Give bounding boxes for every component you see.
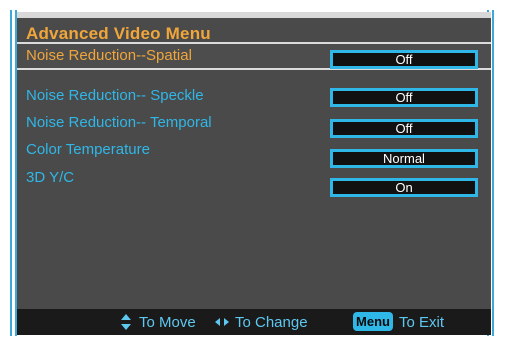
menu-item-color-temperature[interactable]: Color Temperature bbox=[26, 141, 150, 158]
value-noise-reduction-spatial[interactable]: Off bbox=[330, 50, 478, 69]
menu-item-3d-yc[interactable]: 3D Y/C bbox=[26, 169, 74, 186]
up-down-arrow-icon bbox=[121, 314, 131, 330]
footer-change-text: To Change bbox=[235, 314, 308, 331]
footer-move-text: To Move bbox=[139, 314, 196, 331]
top-strip bbox=[17, 12, 491, 18]
menu-title: Advanced Video Menu bbox=[26, 24, 211, 43]
menu-item-noise-reduction-spatial[interactable]: Noise Reduction--Spatial bbox=[26, 47, 192, 64]
menu-item-noise-reduction-speckle[interactable]: Noise Reduction-- Speckle bbox=[26, 87, 204, 104]
menu-item-noise-reduction-temporal[interactable]: Noise Reduction-- Temporal bbox=[26, 114, 212, 131]
value-noise-reduction-speckle[interactable]: Off bbox=[330, 88, 478, 107]
value-noise-reduction-temporal[interactable]: Off bbox=[330, 119, 478, 138]
footer-exit-text: To Exit bbox=[399, 314, 445, 331]
menu-key-icon: Menu bbox=[353, 312, 393, 331]
osd-menu-screen: Advanced Video Menu Noise Reduction--Spa… bbox=[17, 12, 491, 335]
footer-bar: To Move To Change Menu To Exit bbox=[17, 309, 491, 335]
left-right-arrow-icon bbox=[215, 318, 229, 326]
value-color-temperature[interactable]: Normal bbox=[330, 149, 478, 168]
value-3d-yc[interactable]: On bbox=[330, 178, 478, 197]
